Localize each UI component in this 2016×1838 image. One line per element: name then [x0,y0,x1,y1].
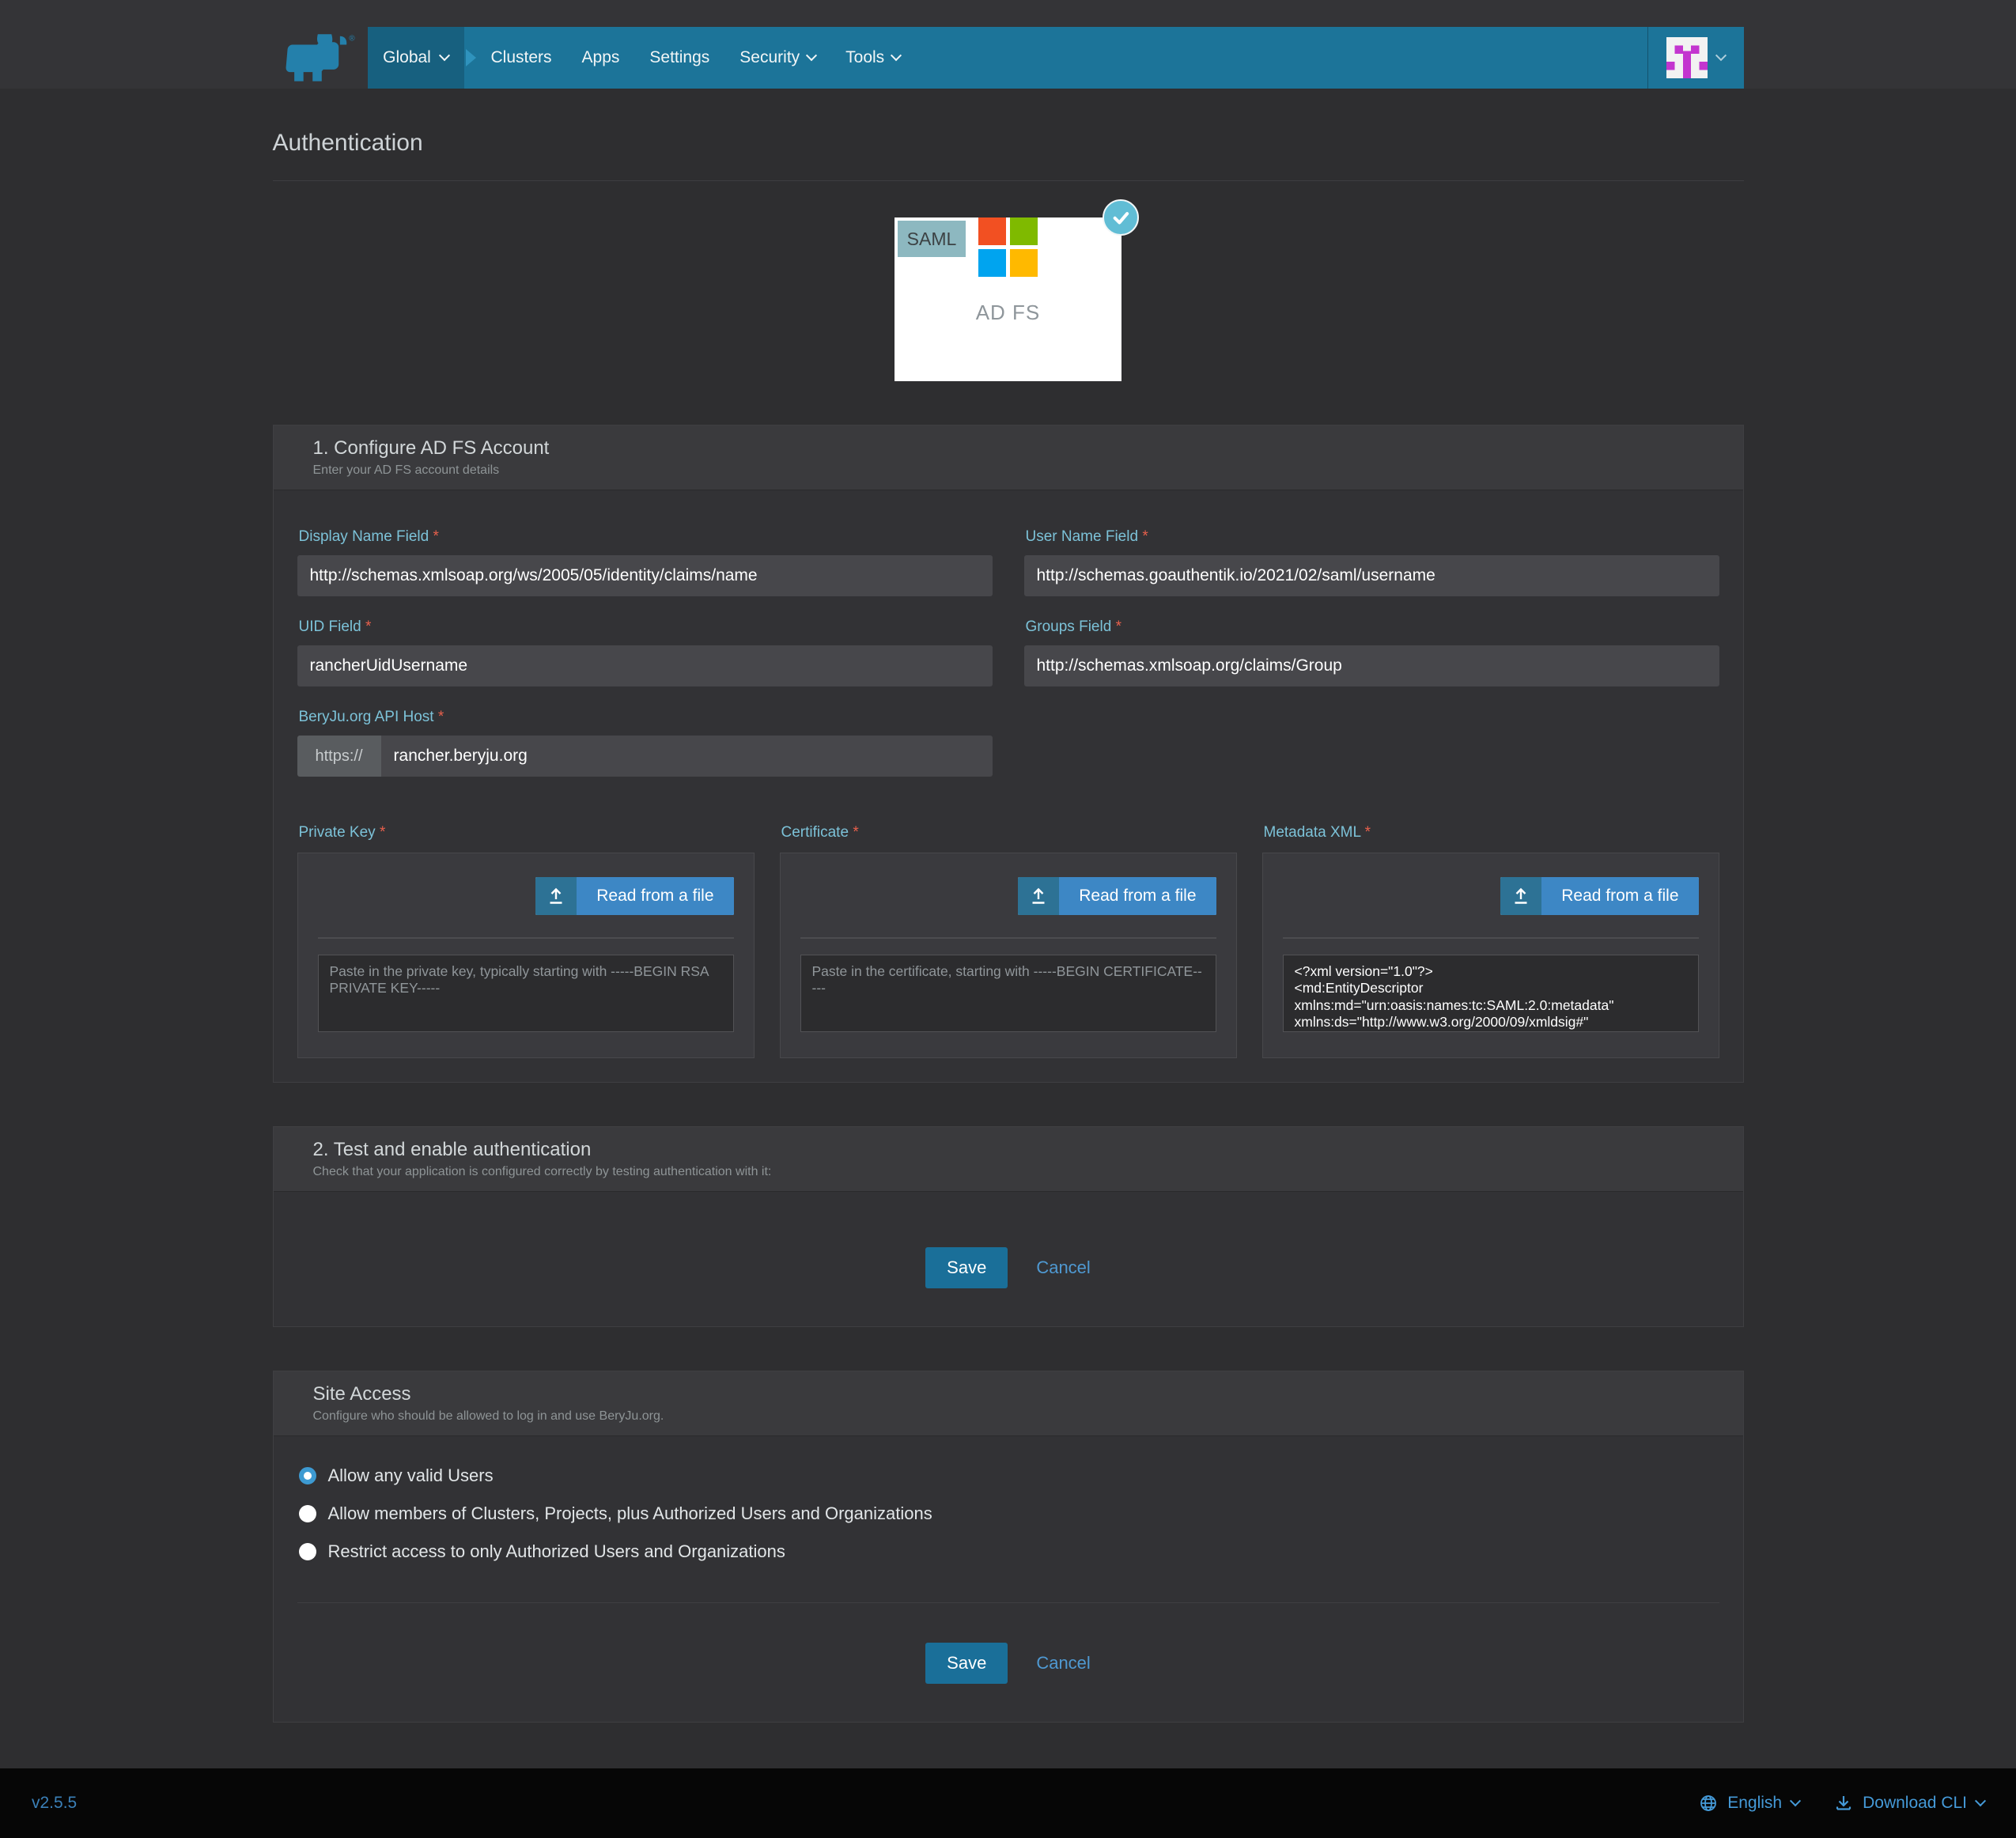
nav-context-pointer-icon [466,49,476,66]
section-configure-header: 1. Configure AD FS Account Enter your AD… [274,425,1743,490]
save-button[interactable]: Save [925,1247,1008,1288]
nav-item-clusters[interactable]: Clusters [476,27,567,89]
section-subtitle: Enter your AD FS account details [313,463,1704,478]
upload-icon [535,877,577,915]
required-marker: * [853,824,858,841]
user-menu[interactable] [1647,27,1744,89]
nav-item-security[interactable]: Security [724,27,830,89]
certificate-panel: Certificate * Read from a file [780,802,1237,1058]
required-marker: * [438,709,444,725]
ms-square-blue [978,249,1006,277]
groups-input[interactable] [1024,645,1719,686]
required-marker: * [1365,824,1371,841]
radio-button-icon [299,1543,316,1560]
upload-icon [1500,877,1541,915]
metadata-xml-textarea[interactable]: <?xml version="1.0"?> <md:EntityDescript… [1283,955,1699,1032]
page-title: Authentication [273,130,1744,181]
ms-square-yellow [1010,249,1038,277]
section-test-header: 2. Test and enable authentication Check … [274,1127,1743,1192]
navbar-spacer [915,27,1647,89]
field-api-host: BeryJu.org API Host * https:// [297,686,993,777]
read-from-file-button[interactable]: Read from a file [1018,877,1216,915]
read-from-file-button[interactable]: Read from a file [1500,877,1698,915]
display-name-input[interactable] [297,555,993,596]
globe-icon [1699,1794,1718,1813]
section-title: 2. Test and enable authentication [313,1139,1704,1161]
private-key-panel: Private Key * Read from a file [297,802,755,1058]
provider-card-adfs[interactable]: SAML AD FS [895,217,1121,381]
section-title: Site Access [313,1383,1704,1405]
radio-button-icon [299,1505,316,1522]
ms-square-green [1010,217,1038,245]
nav-global-menu[interactable]: Global [368,27,464,89]
radio-allow-any-valid-users[interactable]: Allow any valid Users [299,1457,1718,1495]
required-marker: * [433,528,439,545]
radio-button-icon [299,1467,316,1484]
required-marker: * [380,824,385,841]
section-site-access: Site Access Configure who should be allo… [273,1371,1744,1723]
section-configure-account: 1. Configure AD FS Account Enter your AD… [273,425,1744,1083]
panel-divider [800,937,1216,939]
app-footer: v2.5.5 English Download CLI [0,1768,2016,1838]
download-cli-menu[interactable]: Download CLI [1834,1794,1984,1813]
top-navbar: Global Clusters Apps Settings Security T… [368,27,1744,89]
required-marker: * [365,618,371,635]
panel-divider [1283,937,1699,939]
rancher-logo[interactable]: ® [273,27,368,89]
field-display-name: Display Name Field * [297,506,993,596]
chevron-down-icon [891,50,902,61]
version-link[interactable]: v2.5.5 [32,1794,77,1813]
section-subtitle: Configure who should be allowed to log i… [313,1409,1704,1424]
field-user-name: User Name Field * [1024,506,1719,596]
chevron-down-icon [439,50,450,61]
panel-divider [318,937,734,939]
nav-global-label: Global [383,48,431,67]
chevron-down-icon [1790,1795,1801,1806]
nav-item-tools[interactable]: Tools [830,27,915,89]
site-access-header: Site Access Configure who should be allo… [274,1371,1743,1436]
download-icon [1834,1794,1853,1813]
language-selector[interactable]: English [1699,1794,1799,1813]
chevron-down-icon [806,50,817,61]
saml-badge: SAML [898,221,966,257]
user-avatar [1666,37,1708,78]
radio-restrict-authorized-only[interactable]: Restrict access to only Authorized Users… [299,1533,1718,1571]
main-content: Authentication SAML AD FS 1. Configure A… [273,89,1744,1723]
section-test-enable: 2. Test and enable authentication Check … [273,1126,1744,1327]
ms-square-red [978,217,1006,245]
nav-item-settings[interactable]: Settings [634,27,724,89]
upload-icon [1018,877,1059,915]
field-groups: Groups Field * [1024,596,1719,686]
https-prefix-addon: https:// [297,736,381,777]
api-host-input[interactable] [381,736,993,777]
chevron-down-icon [1975,1795,1986,1806]
required-marker: * [1116,618,1121,635]
microsoft-logo-icon [978,217,1038,277]
chevron-down-icon [1715,50,1727,61]
certificate-textarea[interactable] [800,955,1216,1032]
required-marker: * [1142,528,1148,545]
cancel-link[interactable]: Cancel [1036,1653,1090,1673]
rancher-cow-icon: ® [273,32,361,84]
metadata-xml-panel: Metadata XML * Read from a file <?xml v [1262,802,1719,1058]
user-name-input[interactable] [1024,555,1719,596]
private-key-textarea[interactable] [318,955,734,1032]
cancel-link[interactable]: Cancel [1036,1257,1090,1278]
app-header: ® Global Clusters Apps Settings Security… [0,0,2016,89]
svg-text:®: ® [349,35,355,43]
save-button[interactable]: Save [925,1643,1008,1684]
radio-allow-members-clusters-projects[interactable]: Allow members of Clusters, Projects, plu… [299,1495,1718,1533]
section-subtitle: Check that your application is configure… [313,1165,1704,1179]
uid-input[interactable] [297,645,993,686]
provider-name: AD FS [895,301,1121,325]
divider [297,1602,1719,1603]
selected-check-icon [1103,199,1139,236]
nav-item-apps[interactable]: Apps [567,27,635,89]
field-uid: UID Field * [297,596,993,686]
section-title: 1. Configure AD FS Account [313,437,1704,460]
read-from-file-button[interactable]: Read from a file [535,877,733,915]
